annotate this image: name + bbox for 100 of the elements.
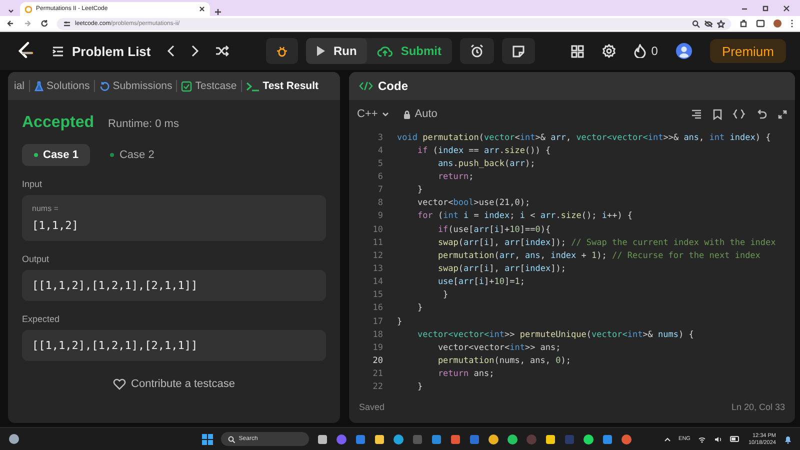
store-icon[interactable]: [468, 434, 480, 444]
folder-icon[interactable]: [374, 434, 385, 444]
reload-icon[interactable]: [40, 19, 49, 28]
code-line: if (index == arr.size()) {: [416, 146, 551, 156]
panel-title: Code: [378, 79, 408, 93]
start-icon[interactable]: [202, 434, 213, 444]
battery-icon[interactable]: [730, 436, 740, 442]
input-value: [1,1,2]: [32, 219, 80, 232]
sidebar-icon[interactable]: [756, 19, 765, 28]
note-icon: [512, 44, 525, 58]
avatar-icon[interactable]: [676, 43, 692, 59]
restore-icon[interactable]: [762, 4, 769, 12]
code-line: permutation(arr, ans, index + 1); // Recurse for the next index: [436, 250, 760, 261]
bookmark-icon[interactable]: [713, 108, 722, 120]
undo-icon[interactable]: [756, 109, 767, 119]
timer-button[interactable]: [460, 38, 494, 64]
code-icon: [359, 81, 373, 91]
new-tab-icon[interactable]: [214, 8, 222, 16]
code-line: }: [416, 382, 423, 392]
language-dropdown[interactable]: C++: [357, 108, 389, 120]
next-icon[interactable]: [190, 45, 199, 57]
code-line: vector<vector<int>> ans;: [436, 342, 561, 353]
line-number: 12: [372, 250, 383, 261]
code-line: for (int i = index; i < arr.size(); i++) {: [416, 211, 633, 222]
panel-tab[interactable]: ial: [10, 72, 29, 100]
parameter-name: nums =: [32, 204, 60, 213]
chevron-down-icon: [382, 112, 389, 116]
star-icon[interactable]: [717, 20, 725, 28]
close-icon[interactable]: [783, 4, 790, 12]
input-label: Input: [22, 179, 44, 189]
app-icon[interactable]: [430, 434, 442, 444]
expected-label: Expected: [22, 314, 61, 324]
app-icon[interactable]: [488, 434, 499, 444]
line-number: 7: [376, 185, 383, 196]
code-line: swap(arr[i], arr[index]); // Swap the current index with the index: [436, 238, 776, 248]
app-icon[interactable]: [392, 434, 404, 444]
case-tab[interactable]: Case 1: [22, 144, 90, 166]
previous-icon[interactable]: [166, 45, 175, 57]
line-number: 6: [376, 172, 383, 182]
task-view-icon[interactable]: [316, 434, 328, 444]
format-icon[interactable]: [691, 109, 702, 119]
notification-bell-icon[interactable]: [784, 434, 792, 444]
line-number: 15: [372, 290, 383, 300]
line-number: 9: [376, 211, 383, 222]
code-line: }: [416, 303, 423, 314]
panel-tab[interactable]: Testcase: [177, 72, 241, 100]
shuffle-icon[interactable]: [214, 45, 229, 57]
line-number: 8: [376, 198, 383, 208]
code-line: return ans;: [436, 369, 494, 380]
back-icon[interactable]: [6, 19, 15, 28]
lock-icon: [402, 110, 411, 118]
expand-icon[interactable]: [778, 110, 787, 118]
menu-dots-icon[interactable]: [790, 19, 794, 28]
app-icon[interactable]: [450, 434, 461, 444]
terminal-icon: [246, 80, 260, 92]
alarm-clock-icon: [470, 44, 484, 58]
flame-icon[interactable]: [634, 44, 646, 58]
app-icon[interactable]: [620, 434, 632, 444]
panel-tab[interactable]: Test Result: [242, 72, 323, 100]
search-icon: [228, 436, 235, 442]
code-line: }: [397, 316, 402, 327]
wifi-icon[interactable]: [698, 436, 706, 442]
settings-icon[interactable]: [602, 44, 616, 58]
volume-icon[interactable]: [714, 436, 722, 442]
code-line: ans.push_back(arr);: [436, 158, 536, 169]
output-label: Output: [22, 254, 50, 264]
panel-tab[interactable]: Solutions: [30, 72, 94, 100]
notes-button[interactable]: [502, 38, 535, 64]
line-number: 19: [372, 342, 383, 353]
layout-icon[interactable]: [571, 44, 584, 58]
run-button[interactable]: Run: [306, 38, 367, 64]
streak-count: 0: [651, 44, 658, 58]
chevron-up-icon[interactable]: [664, 436, 671, 442]
flask-icon: [34, 80, 44, 92]
app-icon[interactable]: [506, 434, 518, 444]
panel-tab[interactable]: Submissions: [94, 72, 176, 100]
eye-off-icon[interactable]: [704, 20, 713, 28]
premium-button[interactable]: Premium: [710, 39, 786, 63]
case-tab[interactable]: Case 2: [98, 144, 166, 166]
line-number: 10: [372, 224, 383, 235]
app-icon[interactable]: [544, 434, 556, 444]
code-line: void permutation(vector<int>& arr, vector<vector<int>>& ans, int index) {: [397, 132, 771, 143]
contribute-testcase-button[interactable]: Contribute a testcase: [107, 377, 241, 391]
braces-icon[interactable]: [733, 109, 745, 119]
app-icon[interactable]: [602, 434, 613, 444]
app-icon[interactable]: [582, 434, 594, 444]
zoom-icon[interactable]: [692, 20, 700, 28]
profile-avatar-icon[interactable]: [773, 19, 782, 28]
bug-icon: [276, 45, 288, 57]
close-icon[interactable]: [199, 6, 205, 12]
problem-list-button[interactable]: Problem List: [52, 44, 151, 58]
code-line: }: [416, 185, 423, 196]
code-line: return;: [436, 172, 474, 182]
extensions-icon[interactable]: [739, 19, 748, 28]
code-line: vector<bool>use(21,0);: [416, 198, 530, 208]
code-line: vector<vector<int>> permuteUnique(vector<int>& nums) {: [416, 330, 694, 340]
checkbox-icon: [181, 80, 192, 92]
debug-button[interactable]: [266, 38, 298, 64]
code-line: permutation(nums, ans, 0);: [436, 356, 572, 366]
logo-icon[interactable]: [16, 41, 34, 61]
